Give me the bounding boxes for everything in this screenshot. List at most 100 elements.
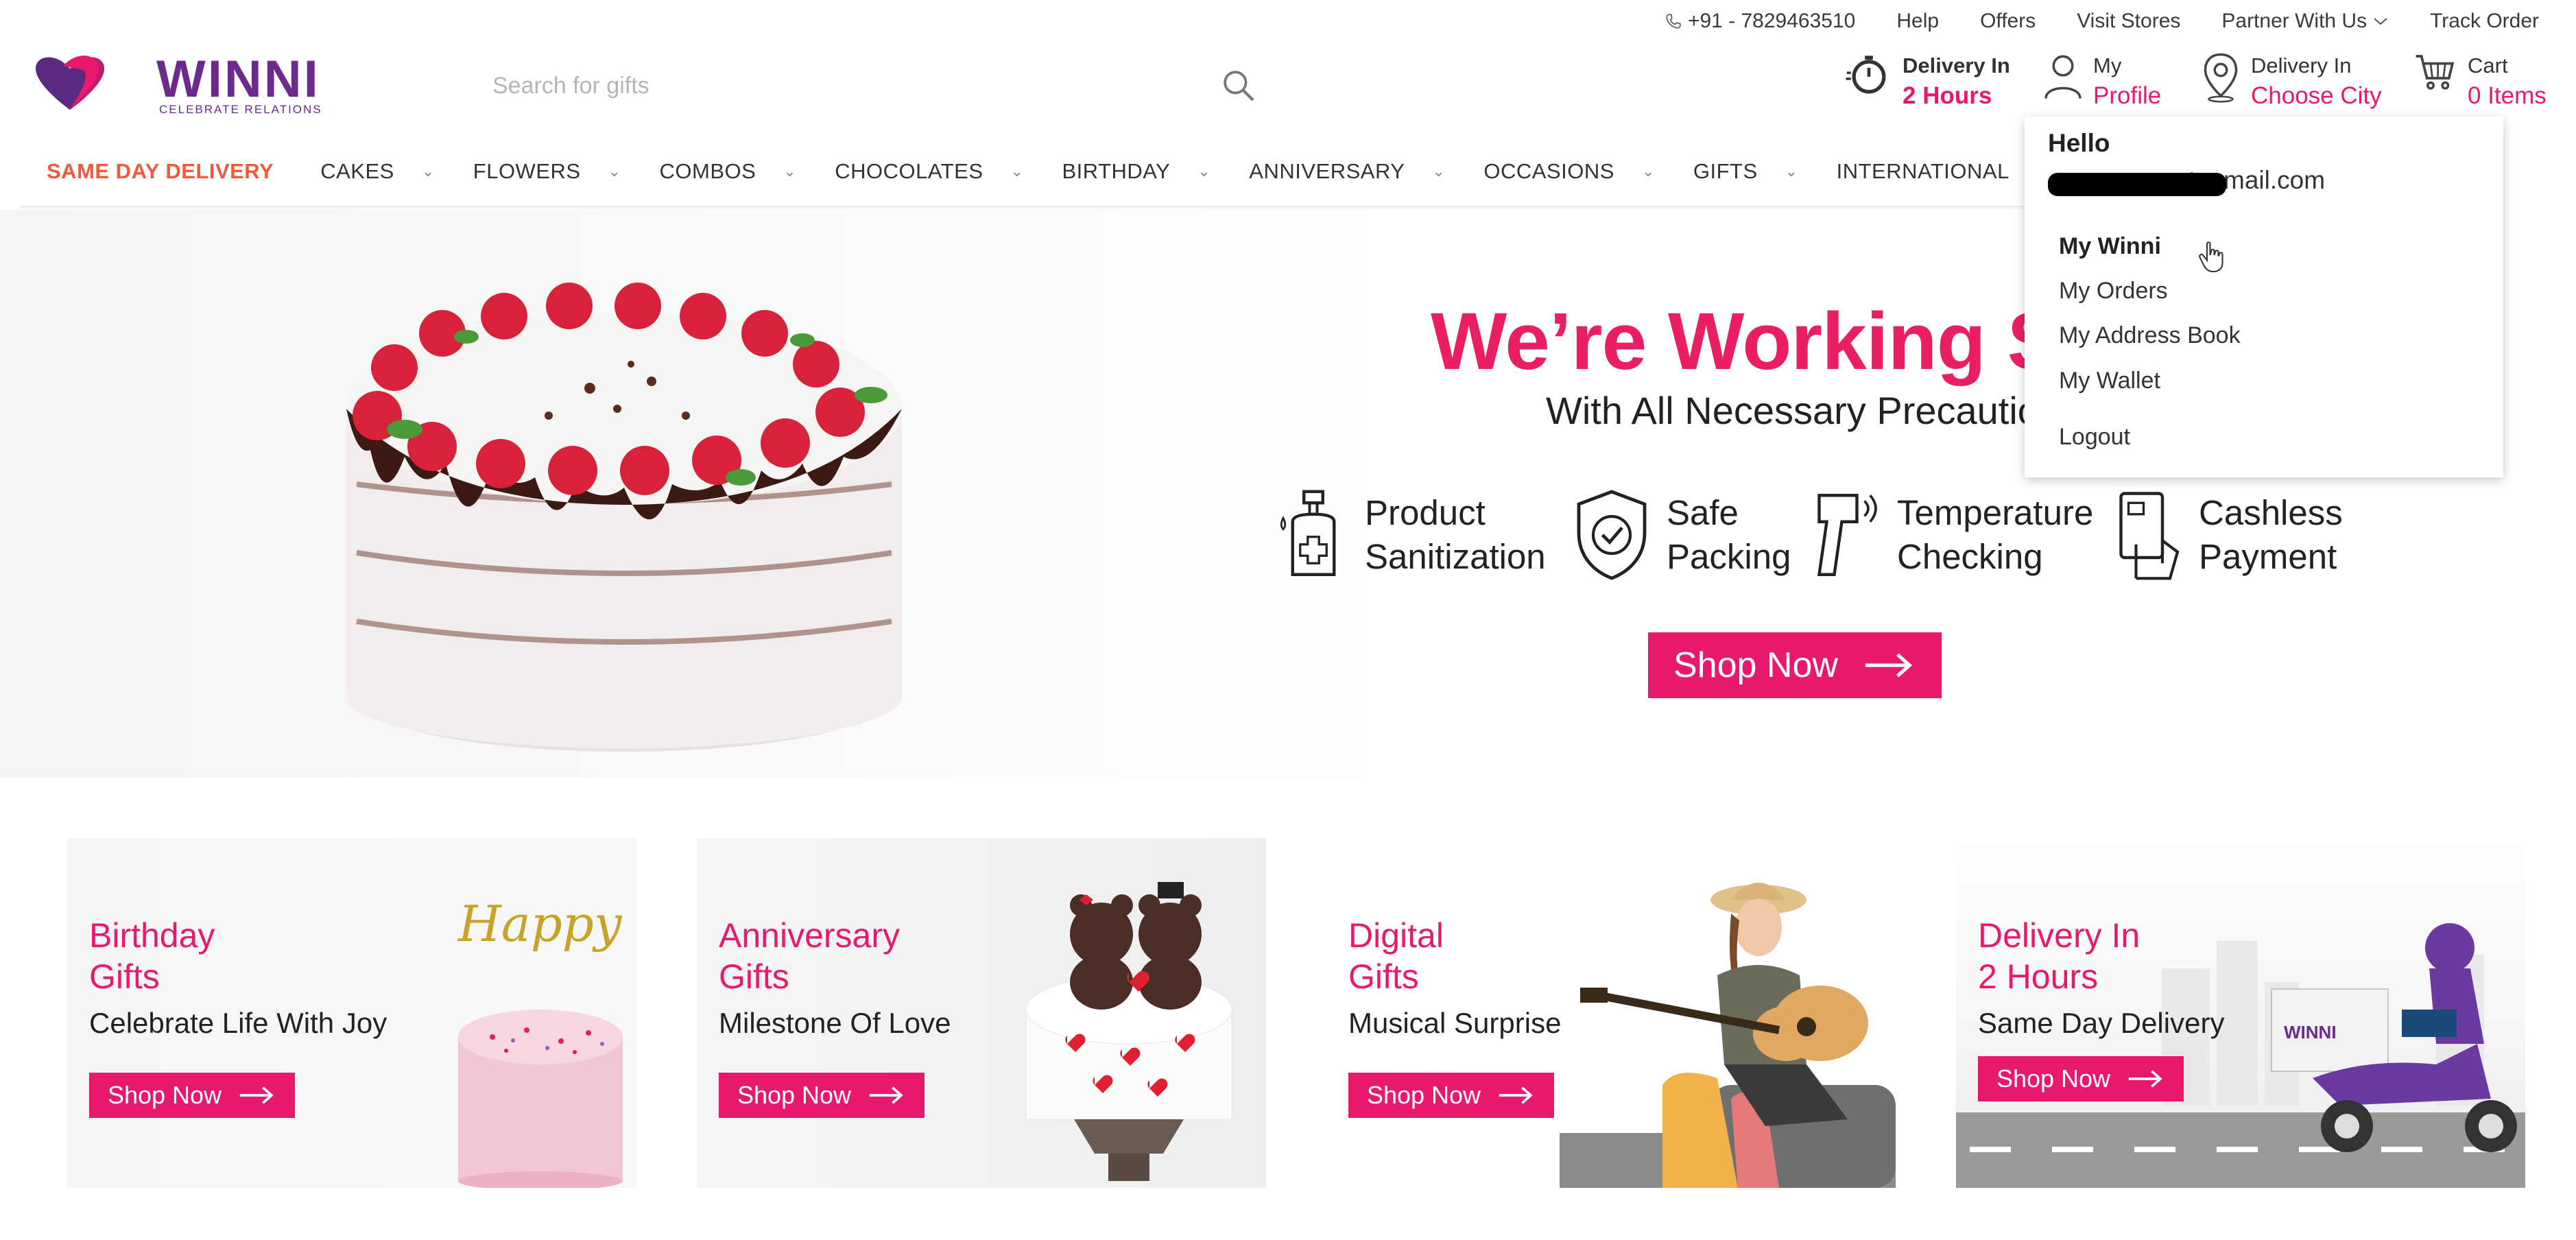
city-value: Choose City bbox=[2251, 82, 2382, 109]
hero-shop-now-button[interactable]: Shop Now bbox=[1648, 632, 1942, 698]
chevron-down-icon: ⌄ bbox=[783, 163, 797, 180]
button-label: Shop Now bbox=[1366, 1081, 1481, 1109]
card-title-line: Gifts bbox=[89, 957, 160, 996]
nav-label: FLOWERS bbox=[473, 159, 581, 183]
card-digital-gifts[interactable]: Digital Gifts Musical Surprise Shop Now bbox=[1326, 838, 1896, 1188]
nav-label: SAME DAY DELIVERY bbox=[47, 159, 274, 183]
search-input[interactable]: Search for gifts bbox=[473, 73, 649, 99]
menu-item-my-wallet[interactable]: My Wallet bbox=[2059, 368, 2160, 394]
nav-combos[interactable]: COMBOS ⌄ bbox=[660, 159, 797, 184]
chevron-down-icon bbox=[2374, 18, 2387, 25]
my-profile-widget[interactable]: My Profile bbox=[2042, 51, 2161, 111]
hand-pointer-cursor-icon bbox=[2199, 241, 2223, 273]
nav-same-day-delivery[interactable]: SAME DAY DELIVERY bbox=[47, 159, 274, 184]
card-anniversary-gifts[interactable]: Anniversary Gifts Milestone Of Love Shop … bbox=[697, 838, 1266, 1188]
chevron-down-icon: ⌄ bbox=[1432, 163, 1446, 180]
shield-check-icon bbox=[1577, 490, 1647, 580]
nav-birthday[interactable]: BIRTHDAY ⌄ bbox=[1062, 159, 1211, 184]
nav-international[interactable]: INTERNATIONAL⌄ bbox=[1837, 159, 2050, 184]
search-icon[interactable] bbox=[1219, 67, 1258, 105]
menu-item-my-winni[interactable]: My Winni bbox=[2059, 233, 2161, 260]
nav-label: CHOCOLATES bbox=[835, 159, 983, 183]
card-subtitle: Milestone Of Love bbox=[719, 1007, 951, 1039]
card-shop-now-button[interactable]: Shop Now bbox=[1348, 1073, 1554, 1118]
dropdown-greeting: Hello bbox=[2048, 129, 2110, 157]
profile-dropdown-menu: Hello otonmail.com My Winni My Orders My… bbox=[2025, 117, 2503, 477]
chevron-down-icon: ⌄ bbox=[1785, 163, 1798, 180]
location-pin-icon bbox=[2204, 53, 2238, 103]
card-title-line: Gifts bbox=[1348, 957, 1419, 996]
chocolate-cake-image bbox=[346, 283, 902, 752]
card-payment-icon bbox=[2119, 492, 2180, 580]
nav-anniversary[interactable]: ANNIVERSARY ⌄ bbox=[1249, 159, 1445, 184]
track-order-link[interactable]: Track Order bbox=[2430, 10, 2539, 33]
feature-label: Safe bbox=[1667, 493, 1739, 532]
card-title-line: Gifts bbox=[719, 957, 789, 996]
winni-logo[interactable]: WINNI CELEBRATE RELATIONS bbox=[29, 48, 337, 117]
chevron-down-icon: ⌄ bbox=[421, 163, 435, 180]
stopwatch-icon bbox=[1846, 56, 1886, 94]
card-title: Anniversary Gifts bbox=[719, 915, 900, 997]
arrow-right-icon bbox=[1499, 1086, 1533, 1104]
chevron-down-icon: ⌄ bbox=[1197, 163, 1211, 180]
card-title-line: Delivery In bbox=[1978, 916, 2140, 955]
city-label: Delivery In bbox=[2251, 53, 2352, 78]
card-shop-now-button[interactable]: Shop Now bbox=[89, 1073, 295, 1118]
phone-link[interactable]: +91 - 7829463510 bbox=[1665, 10, 1855, 33]
choose-city-widget[interactable]: Delivery In Choose City bbox=[2200, 51, 2382, 111]
thermometer-gun-icon bbox=[1817, 494, 1877, 576]
brand-tagline: CELEBRATE RELATIONS bbox=[159, 103, 322, 116]
menu-item-my-address-book[interactable]: My Address Book bbox=[2059, 322, 2241, 349]
card-birthday-gifts[interactable]: Happy Birthday BirthdayGifts Celebrate L… bbox=[67, 838, 636, 1188]
main-navigation: SAME DAY DELIVERY CAKES ⌄ FLOWERS ⌄ COMBOS… bbox=[0, 150, 2049, 193]
menu-item-logout[interactable]: Logout bbox=[2059, 424, 2130, 451]
nav-cakes[interactable]: CAKES ⌄ bbox=[320, 159, 435, 184]
feature-cashless-payment: Cashless Payment bbox=[2110, 487, 2343, 583]
cake-topper-text: Happy Birthday bbox=[457, 895, 636, 953]
hero-title: We’re Working Sa bbox=[1431, 296, 2106, 387]
card-title: Delivery In 2 Hours bbox=[1978, 915, 2140, 997]
feature-label: Product bbox=[1365, 493, 1486, 532]
feature-label: Checking bbox=[1897, 537, 2043, 576]
nav-label: GIFTS bbox=[1693, 159, 1758, 183]
card-subtitle: Celebrate Life With Joy bbox=[89, 1007, 387, 1039]
visit-stores-link[interactable]: Visit Stores bbox=[2077, 10, 2180, 33]
nav-label: CAKES bbox=[320, 159, 394, 183]
feature-label: Sanitization bbox=[1365, 537, 1546, 576]
brand-name: WINNI bbox=[156, 50, 320, 108]
feature-temperature-checking: Temperature Checking bbox=[1808, 487, 2093, 583]
help-link[interactable]: Help bbox=[1896, 10, 1939, 33]
card-title-line: Birthday bbox=[89, 916, 215, 955]
nav-label: OCCASIONS bbox=[1483, 159, 1614, 183]
card-shop-now-button[interactable]: Shop Now bbox=[1978, 1056, 2184, 1101]
redacted-email-mark bbox=[2048, 173, 2226, 196]
user-icon bbox=[2044, 55, 2082, 99]
card-title: Digital Gifts bbox=[1348, 915, 1444, 997]
feature-label: Cashless bbox=[2199, 493, 2343, 532]
card-delivery-2-hours[interactable]: WINNI Delivery In 2 Hours Same Day Delive… bbox=[1956, 838, 2525, 1188]
cart-widget[interactable]: Cart 0 Items bbox=[2414, 51, 2547, 111]
guitar-girl-image bbox=[1560, 883, 1896, 1188]
top-utility-bar: +91 - 7829463510 Help Offers Visit Store… bbox=[1665, 7, 2539, 36]
nav-flowers[interactable]: FLOWERS ⌄ bbox=[473, 159, 621, 184]
nav-gifts[interactable]: GIFTS ⌄ bbox=[1693, 159, 1798, 184]
arrow-right-icon bbox=[869, 1086, 903, 1104]
card-title-line: Anniversary bbox=[719, 916, 900, 955]
arrow-right-icon bbox=[1865, 653, 1913, 678]
feature-safe-packing: Safe Packing bbox=[1571, 487, 1791, 583]
arrow-right-icon bbox=[2128, 1070, 2162, 1088]
cart-icon bbox=[2416, 55, 2455, 90]
feature-label: Payment bbox=[2199, 537, 2337, 576]
partner-dropdown[interactable]: Partner With Us bbox=[2221, 10, 2389, 33]
menu-item-my-orders[interactable]: My Orders bbox=[2059, 278, 2168, 305]
card-shop-now-button[interactable]: Shop Now bbox=[719, 1073, 925, 1118]
nav-occasions[interactable]: OCCASIONS ⌄ bbox=[1483, 159, 1654, 184]
delivery-time-widget[interactable]: Delivery In 2 Hours bbox=[1845, 51, 2010, 111]
profile-label: My bbox=[2093, 53, 2122, 78]
nav-chocolates[interactable]: CHOCOLATES ⌄ bbox=[835, 159, 1023, 184]
offers-link[interactable]: Offers bbox=[1980, 10, 2036, 33]
button-label: Shop Now bbox=[737, 1081, 852, 1109]
chevron-down-icon: ⌄ bbox=[1010, 163, 1024, 180]
search-bar[interactable]: Search for gifts bbox=[473, 56, 1276, 115]
feature-label: Packing bbox=[1667, 537, 1791, 576]
